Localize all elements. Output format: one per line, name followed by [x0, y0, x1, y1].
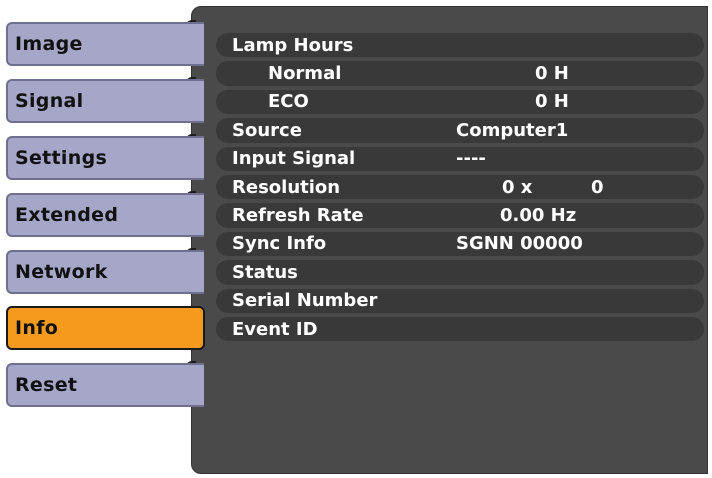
row-label: Lamp Hours: [232, 34, 354, 56]
info-row-refresh-rate: Refresh Rate 0.00 Hz: [216, 201, 704, 229]
tab-label: Signal: [15, 90, 84, 112]
row-label: ECO: [268, 91, 309, 113]
info-list: Lamp Hours Normal 0 H ECO 0 H Source Com…: [216, 31, 704, 343]
row-label: Sync Info: [232, 233, 327, 255]
info-row-lamp-eco: ECO 0 H: [216, 88, 704, 116]
row-label: Source: [232, 119, 302, 141]
row-label: Serial Number: [232, 290, 378, 312]
tab-extended[interactable]: Extended: [6, 193, 204, 237]
info-row-event-id: Event ID: [216, 315, 704, 343]
tab-label: Settings: [15, 147, 108, 169]
row-value: 0.00 Hz: [500, 205, 577, 227]
projector-menu: Image Signal Settings Extended Network I…: [0, 0, 712, 478]
row-label: Input Signal: [232, 148, 356, 170]
row-value: 0 H: [535, 63, 569, 85]
info-row-sync-info: Sync Info SGNN 00000: [216, 230, 704, 258]
tab-label: Reset: [15, 374, 78, 396]
tab-label: Image: [15, 33, 83, 55]
tab-label: Extended: [15, 204, 119, 226]
resolution-width: 0 x: [502, 176, 533, 198]
info-row-resolution: Resolution 0 x 0: [216, 173, 704, 201]
info-row-status: Status: [216, 258, 704, 286]
row-label: Event ID: [232, 318, 318, 340]
tab-signal[interactable]: Signal: [6, 79, 204, 123]
tab-reset[interactable]: Reset: [6, 363, 204, 407]
row-label: Refresh Rate: [232, 205, 364, 227]
row-label: Resolution: [232, 176, 341, 198]
info-row-lamp-normal: Normal 0 H: [216, 59, 704, 87]
tab-label: Info: [15, 317, 59, 339]
tab-info[interactable]: Info: [6, 306, 205, 350]
row-value: 0 H: [535, 91, 569, 113]
tab-label: Network: [15, 261, 108, 283]
row-value: ----: [456, 148, 486, 170]
resolution-height: 0: [591, 176, 604, 198]
row-value: SGNN 00000: [456, 233, 583, 255]
row-value: Computer1: [456, 119, 569, 141]
row-label: Status: [232, 261, 298, 283]
row-label: Normal: [268, 63, 342, 85]
info-row-serial-number: Serial Number: [216, 287, 704, 315]
tab-image[interactable]: Image: [6, 22, 204, 66]
info-row-lamp-hours: Lamp Hours: [216, 31, 704, 59]
tab-settings[interactable]: Settings: [6, 136, 204, 180]
info-row-source: Source Computer1: [216, 116, 704, 144]
info-row-input-signal: Input Signal ----: [216, 145, 704, 173]
tab-network[interactable]: Network: [6, 250, 204, 294]
